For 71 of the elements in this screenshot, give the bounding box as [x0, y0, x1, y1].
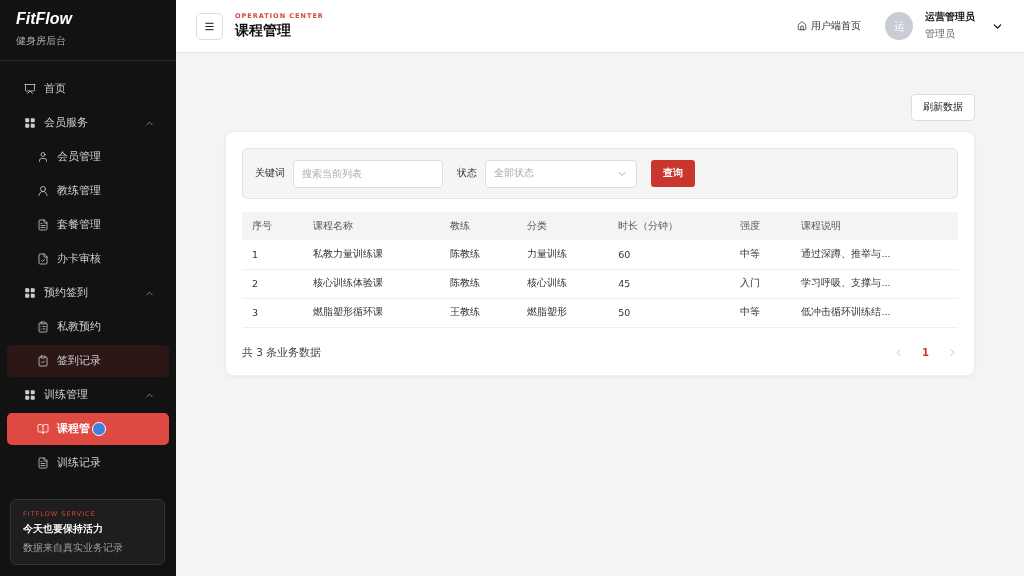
table-cell: 陈教练	[440, 240, 517, 269]
table-cell: 力量训练	[516, 240, 609, 269]
grid-icon	[24, 117, 36, 129]
table-cell: 陈教练	[440, 269, 517, 298]
table-cell: 私教力量训练课	[303, 240, 441, 269]
sidebar-group[interactable]: 训练管理	[7, 379, 169, 411]
clipboard-check-icon	[37, 355, 49, 367]
user-name: 运营管理员	[925, 11, 975, 24]
keyword-label: 关键词	[255, 167, 285, 180]
user-icon	[37, 151, 49, 163]
table-cell: 核心训练	[516, 269, 609, 298]
table-cell: 3	[242, 298, 304, 327]
sidebar-item[interactable]: 套餐管理	[7, 209, 169, 241]
table-cell: 60	[608, 240, 731, 269]
table-cell: 1	[242, 240, 304, 269]
brand-subtitle: 健身房后台	[16, 34, 66, 48]
query-button[interactable]: 查询	[651, 160, 695, 187]
presentation-icon	[24, 83, 36, 95]
table-cell: 2	[242, 269, 304, 298]
home-icon	[797, 21, 807, 31]
table-cell: 王教练	[440, 298, 517, 327]
sidebar-item[interactable]: 首页	[7, 73, 169, 105]
sidebar-item[interactable]: 签到记录	[7, 345, 169, 377]
column-header: 序号	[242, 212, 304, 240]
column-header: 分类	[516, 212, 609, 240]
book-icon	[37, 423, 49, 435]
sidebar-item[interactable]: 课程管	[7, 413, 169, 445]
clipboard-icon	[37, 321, 49, 333]
sidebar-item[interactable]: 训练记录	[7, 447, 169, 479]
table-cell: 学习呼吸、支撑与...	[791, 269, 958, 298]
table-cell: 燃脂塑形	[516, 298, 609, 327]
grid-icon	[24, 389, 36, 401]
table-cell: 入门	[730, 269, 792, 298]
sidebar-item[interactable]: 办卡审核	[7, 243, 169, 275]
refresh-button[interactable]: 刷新数据	[911, 94, 975, 121]
sidebar-item[interactable]: 教练管理	[7, 175, 169, 207]
cursor-dot	[92, 422, 106, 436]
table-cell: 核心训练体验课	[303, 269, 441, 298]
page-title: 课程管理	[235, 22, 291, 40]
logo: FitFlow	[16, 10, 72, 28]
person-icon	[37, 185, 49, 197]
column-header: 课程名称	[303, 212, 441, 240]
column-header: 课程说明	[791, 212, 958, 240]
table-cell: 低冲击循环训练结...	[791, 298, 958, 327]
table-cell: 通过深蹲、推举与...	[791, 240, 958, 269]
search-field[interactable]: 搜索当前列表	[293, 159, 443, 188]
column-header: 强度	[730, 212, 792, 240]
user-role: 管理员	[925, 27, 955, 41]
promo-title: 今天也要保持活力	[23, 523, 103, 536]
table-cell: 燃脂塑形循环课	[303, 298, 441, 327]
sidebar-item[interactable]: 会员管理	[7, 141, 169, 173]
table-cell: 中等	[730, 240, 792, 269]
column-header: 教练	[440, 212, 517, 240]
grid-icon	[24, 287, 36, 299]
table-cell: 50	[608, 298, 731, 327]
sidebar-group[interactable]: 预约签到	[7, 277, 169, 309]
promo-text: 数据来自真实业务记录	[23, 541, 123, 555]
status-label: 状态	[457, 167, 477, 180]
document-icon	[37, 219, 49, 231]
total-count: 共 3 条业务数据	[242, 345, 322, 360]
home-link[interactable]: 用户端首页	[797, 19, 861, 33]
document-check-icon	[37, 253, 49, 265]
column-header: 时长（分钟）	[608, 212, 731, 240]
page-number[interactable]: 1	[918, 347, 933, 358]
document-icon	[37, 457, 49, 469]
menu-icon	[204, 20, 215, 32]
table-cell: 中等	[730, 298, 792, 327]
menu-button[interactable]	[196, 12, 223, 40]
table-cell: 45	[608, 269, 731, 298]
sidebar-group[interactable]: 会员服务	[7, 107, 169, 139]
sidebar-item[interactable]: 私教预约	[7, 311, 169, 343]
